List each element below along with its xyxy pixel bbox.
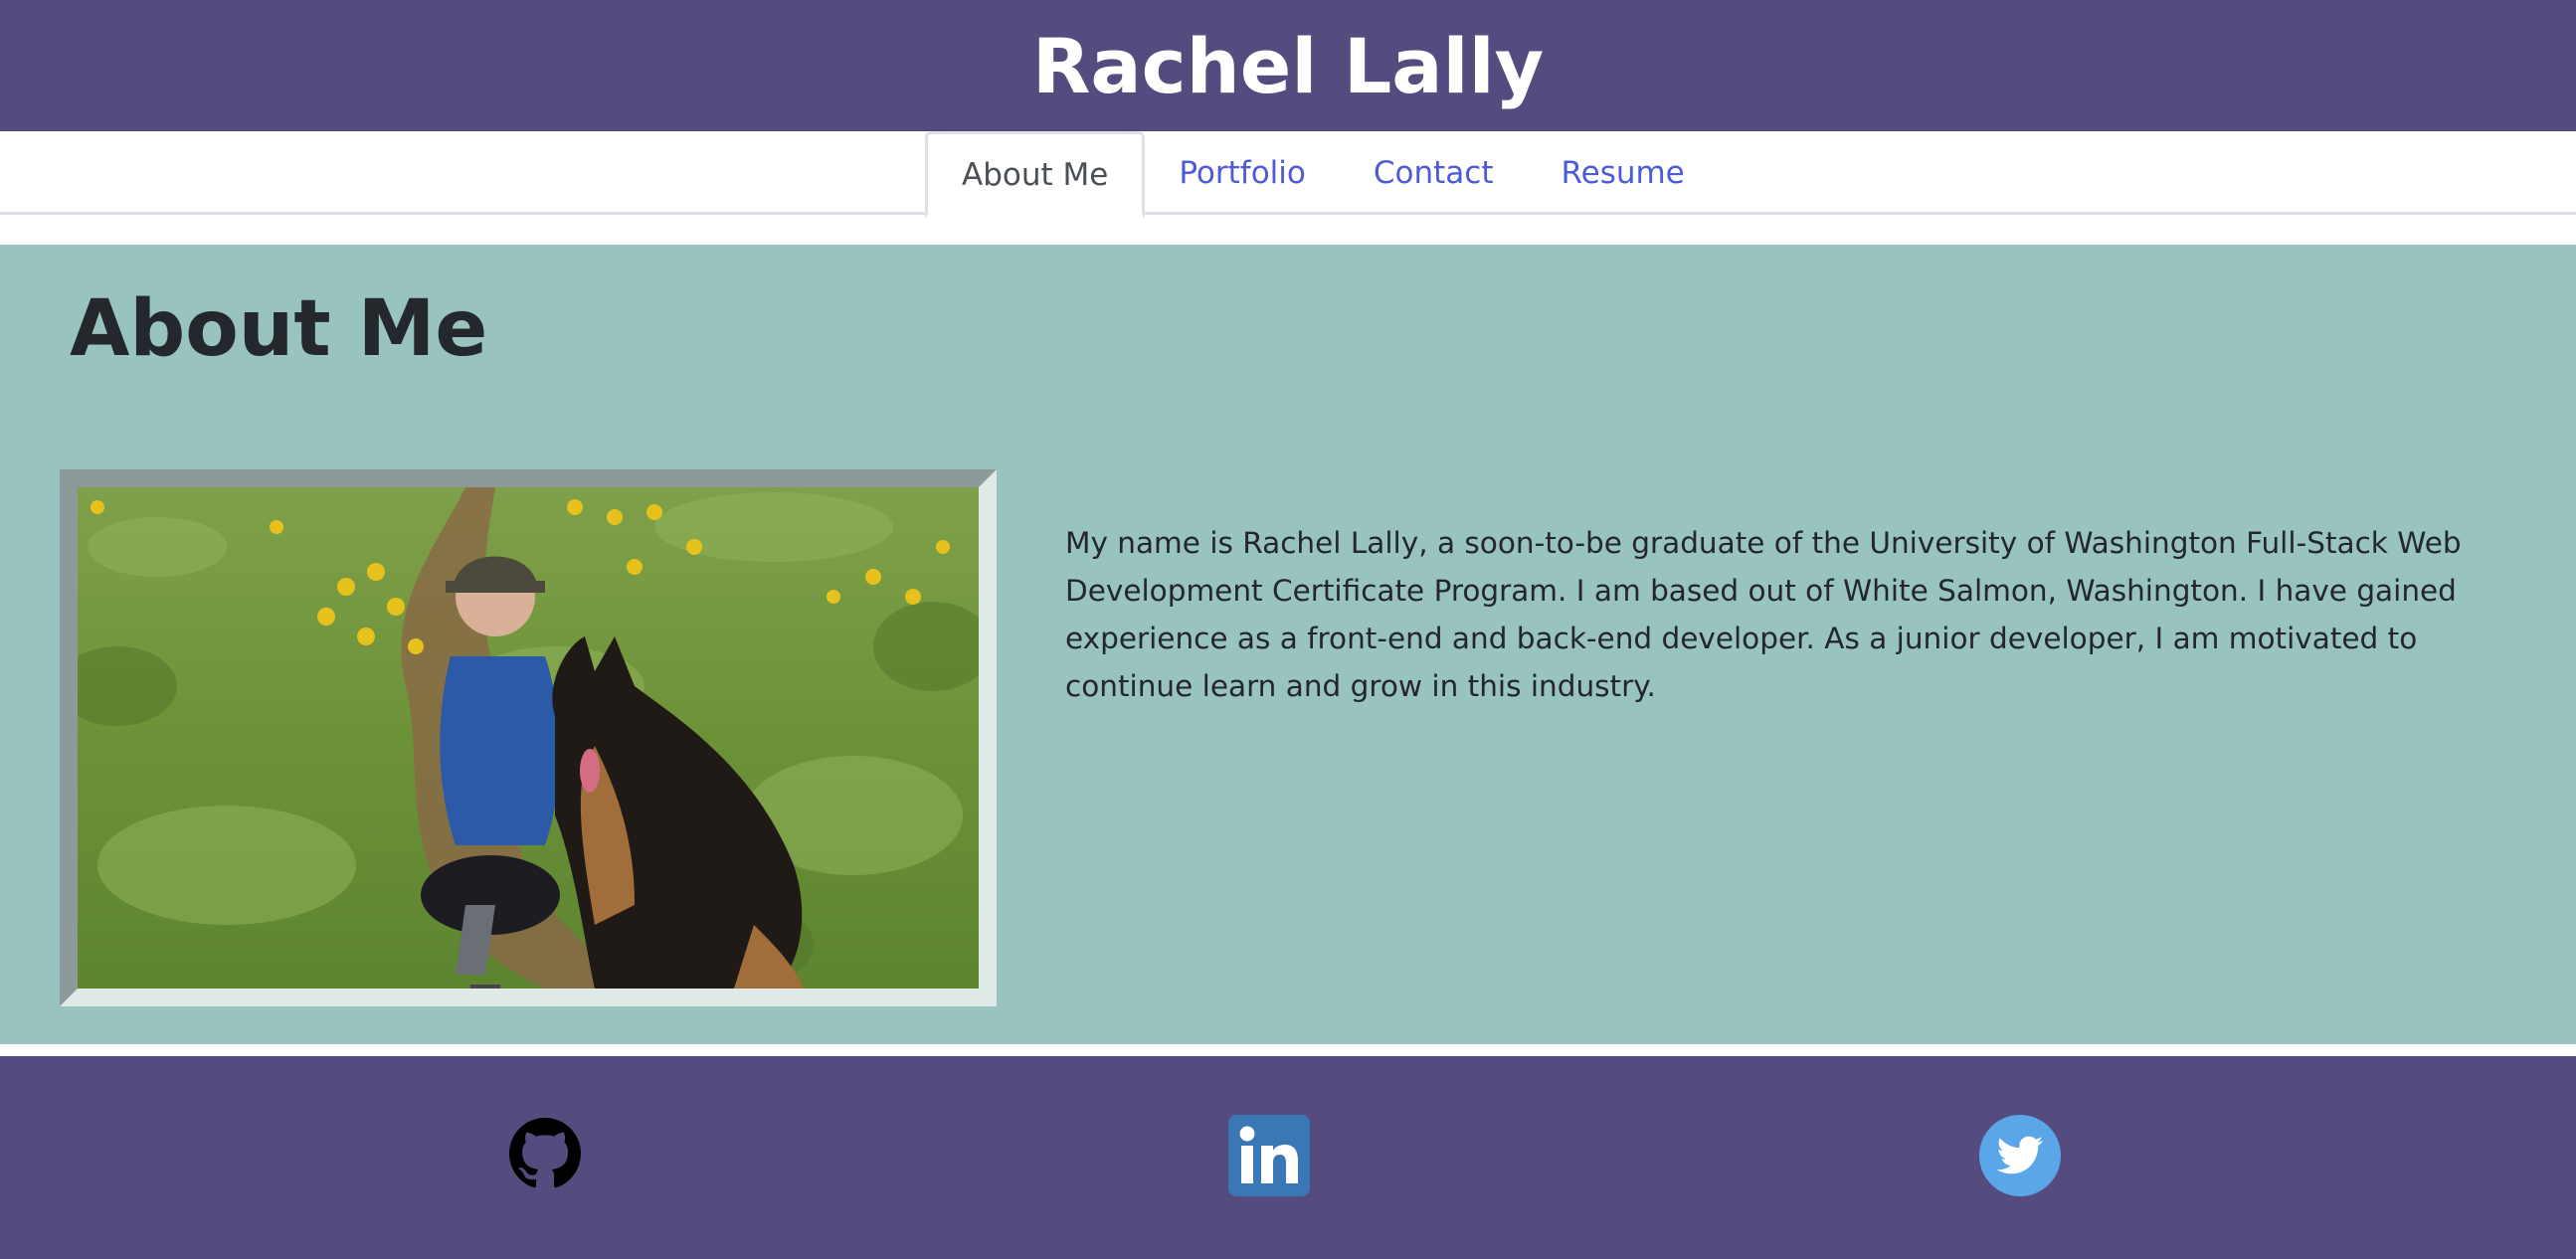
profile-photo — [78, 487, 979, 989]
site-header: Rachel Lally — [0, 0, 2576, 131]
nav-tabs: About Me Portfolio Contact Resume — [925, 131, 1719, 218]
tab-contact[interactable]: Contact — [1340, 131, 1528, 215]
site-footer — [0, 1056, 2576, 1259]
twitter-icon[interactable] — [1979, 1115, 2061, 1196]
site-title: Rachel Lally — [1031, 21, 1545, 110]
nav-bar: About Me Portfolio Contact Resume — [0, 131, 2576, 218]
tab-resume[interactable]: Resume — [1527, 131, 1718, 215]
section-heading: About Me — [70, 284, 488, 374]
linkedin-icon[interactable] — [1228, 1115, 1310, 1196]
github-icon[interactable] — [509, 1118, 581, 1189]
tab-portfolio[interactable]: Portfolio — [1145, 131, 1340, 215]
tab-about-me[interactable]: About Me — [925, 131, 1146, 218]
bio-text: My name is Rachel Lally, a soon-to-be gr… — [1065, 526, 2462, 703]
photo-frame — [60, 469, 997, 1006]
about-section: About Me My name is Rachel Lally, a soon… — [0, 245, 2576, 1044]
